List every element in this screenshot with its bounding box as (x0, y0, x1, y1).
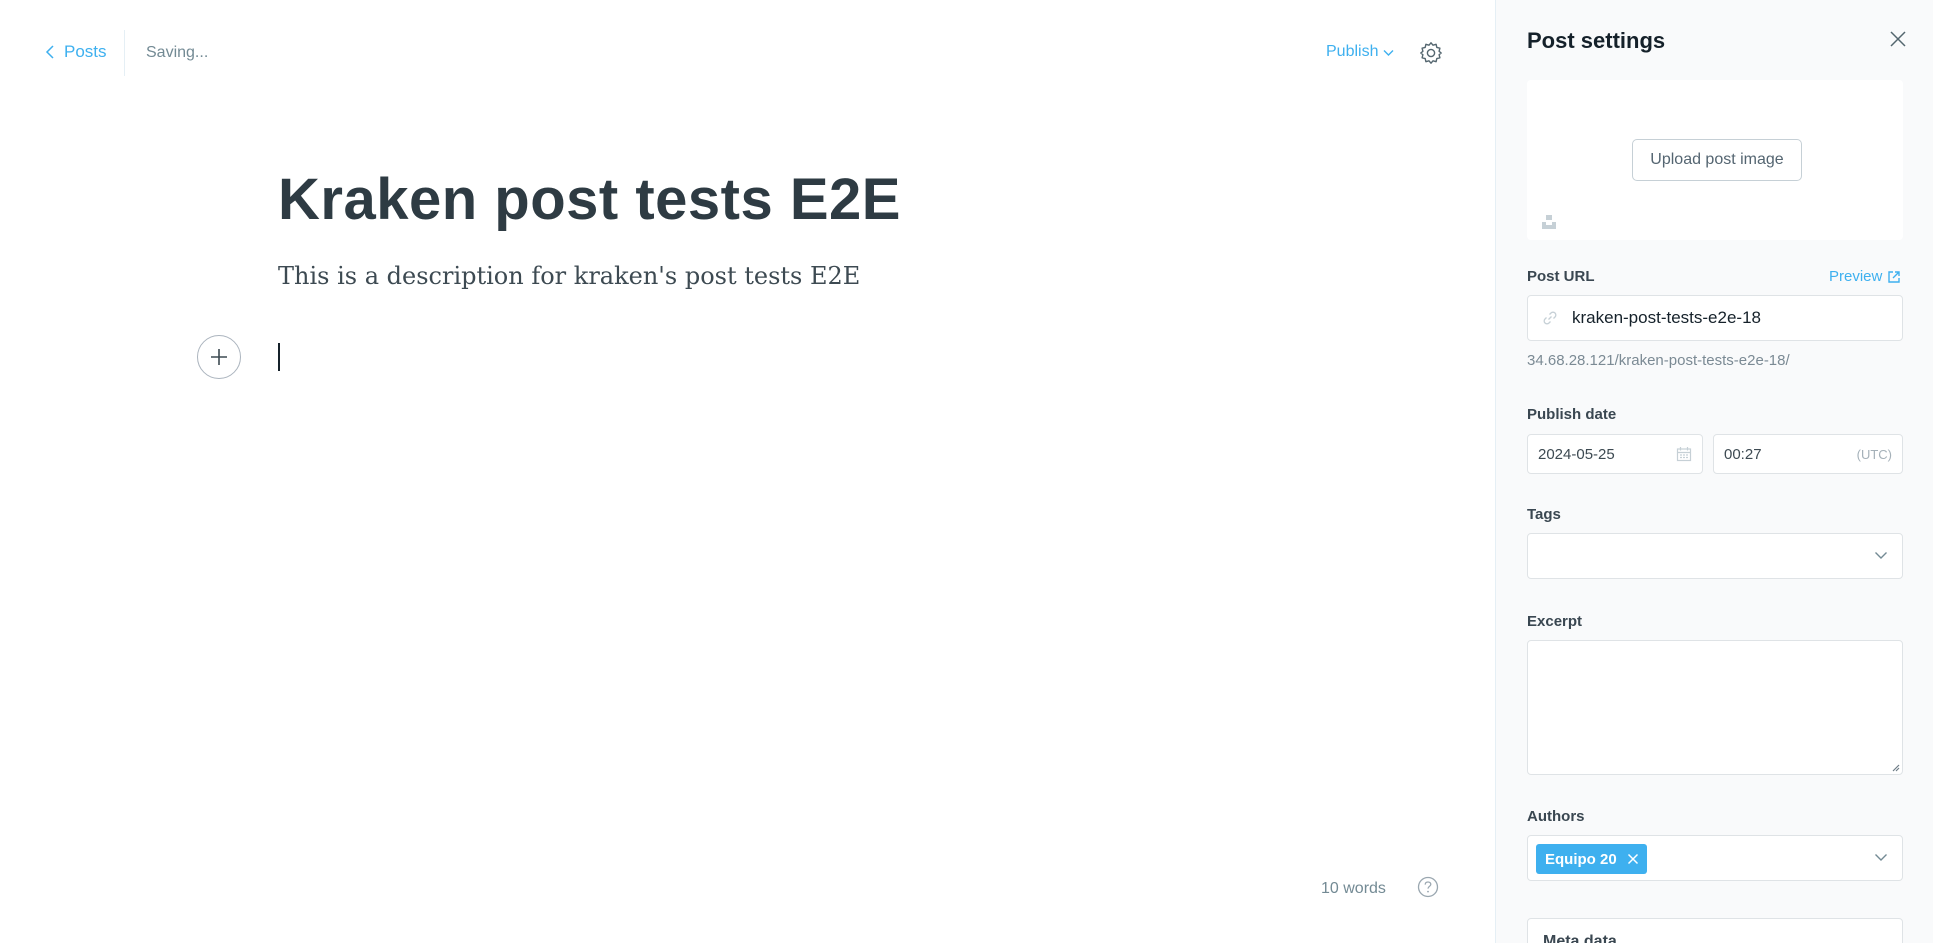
preview-link[interactable]: Preview (1829, 268, 1901, 285)
topbar-divider (124, 30, 125, 76)
publish-label: Publish (1326, 43, 1379, 60)
excerpt-textarea[interactable] (1527, 640, 1903, 775)
settings-toggle-button[interactable] (1419, 41, 1443, 65)
editor-topbar: Posts Saving... Publish (0, 0, 1495, 108)
link-icon (1543, 311, 1557, 325)
meta-data-card[interactable]: Meta data (1527, 918, 1903, 943)
editor-area: Posts Saving... Publish Kraken post test… (0, 0, 1495, 943)
author-token[interactable]: Equipo 20 (1536, 844, 1647, 874)
resize-handle-icon[interactable] (1890, 762, 1900, 772)
gear-icon (1420, 42, 1442, 64)
authors-select[interactable]: Equipo 20 (1527, 835, 1903, 881)
remove-author-icon[interactable] (1627, 853, 1639, 865)
editor-body-cursor[interactable] (278, 343, 280, 371)
save-status: Saving... (146, 44, 209, 61)
chevron-down-icon (1875, 854, 1887, 861)
add-card-button[interactable] (197, 335, 241, 379)
chevron-down-icon (1383, 50, 1394, 56)
publish-date-field[interactable] (1527, 434, 1703, 474)
close-icon (1890, 31, 1906, 47)
post-url-field[interactable] (1527, 295, 1903, 341)
post-settings-panel: Post settings Upload post image Post URL… (1495, 0, 1933, 943)
calendar-icon[interactable] (1676, 446, 1692, 462)
back-to-posts-link[interactable]: Posts (44, 42, 107, 62)
authors-label: Authors (1527, 808, 1585, 825)
chevron-down-icon (1875, 552, 1887, 559)
post-url-input[interactable] (1572, 308, 1892, 328)
word-count: 10 words (1321, 880, 1386, 897)
post-title[interactable]: Kraken post tests E2E (278, 166, 901, 233)
publish-menu-button[interactable]: Publish (1326, 43, 1394, 61)
close-panel-button[interactable] (1889, 30, 1907, 48)
chevron-left-icon (45, 45, 54, 59)
external-link-icon (1888, 270, 1901, 283)
unsplash-icon[interactable] (1540, 213, 1558, 231)
post-description[interactable]: This is a description for kraken's post … (278, 262, 860, 290)
publish-time-field[interactable]: (UTC) (1713, 434, 1903, 474)
post-image-dropzone[interactable]: Upload post image (1527, 80, 1903, 240)
upload-post-image-button[interactable]: Upload post image (1632, 139, 1802, 181)
back-link-label: Posts (64, 42, 107, 61)
tags-select[interactable] (1527, 533, 1903, 579)
publish-date-label: Publish date (1527, 406, 1617, 423)
publish-date-input[interactable] (1538, 445, 1658, 463)
timezone-label: (UTC) (1856, 446, 1892, 462)
author-token-label: Equipo 20 (1545, 850, 1617, 868)
post-url-label: Post URL (1527, 268, 1595, 285)
plus-icon (211, 349, 227, 365)
meta-data-label: Meta data (1543, 933, 1617, 943)
publish-time-input[interactable] (1724, 445, 1814, 463)
full-url-hint: 34.68.28.121/kraken-post-tests-e2e-18/ (1527, 352, 1790, 369)
panel-title: Post settings (1527, 28, 1666, 53)
help-icon (1417, 876, 1439, 898)
help-button[interactable] (1417, 876, 1439, 898)
excerpt-label: Excerpt (1527, 613, 1583, 630)
tags-label: Tags (1527, 506, 1561, 523)
preview-label: Preview (1829, 268, 1883, 285)
